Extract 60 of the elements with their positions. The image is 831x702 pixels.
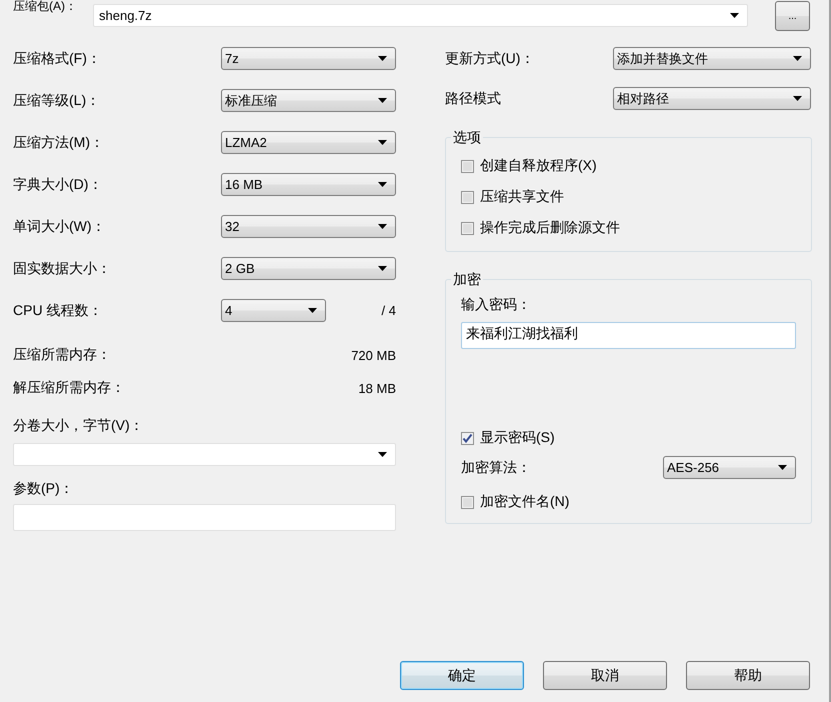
group-title: 加密 bbox=[452, 272, 482, 286]
dropdown[interactable]: 16 MB bbox=[221, 173, 396, 196]
field-label: 压缩包(A)： bbox=[13, 0, 78, 13]
dropdown[interactable]: LZMA2 bbox=[221, 131, 396, 154]
checkbox[interactable] bbox=[461, 222, 474, 234]
field-label: 分卷大小，字节(V)： bbox=[13, 417, 144, 435]
field-label: 固实数据大小： bbox=[13, 260, 112, 278]
dropdown[interactable]: 添加并替换文件 bbox=[613, 47, 811, 70]
dropdown[interactable]: 32 bbox=[221, 215, 396, 238]
checkbox-label: 显示密码(S) bbox=[480, 429, 555, 447]
dropdown-arrow-icon bbox=[730, 13, 739, 18]
dropdown-arrow-icon bbox=[778, 465, 787, 470]
checkbox[interactable] bbox=[461, 496, 474, 508]
dropdown[interactable]: 标准压缩 bbox=[221, 89, 396, 112]
dropdown-arrow-icon bbox=[378, 224, 387, 229]
field-label: 单词大小(W)： bbox=[13, 218, 107, 236]
default-button[interactable]: 确定 bbox=[400, 661, 524, 690]
dropdown[interactable]: 4 bbox=[221, 299, 326, 322]
memory-value: 18 MB bbox=[358, 380, 396, 396]
dropdown[interactable]: AES-256 bbox=[663, 456, 796, 479]
dialog-button[interactable]: 帮助 bbox=[686, 661, 810, 690]
checkbox[interactable] bbox=[461, 190, 474, 204]
dropdown-arrow-icon bbox=[308, 308, 317, 313]
checkbox-label: 创建自释放程序(X) bbox=[480, 157, 597, 175]
field-label: 压缩等级(L)： bbox=[13, 92, 102, 110]
field-label: 输入密码： bbox=[461, 296, 531, 314]
checkbox[interactable] bbox=[461, 160, 474, 172]
dropdown[interactable]: 相对路径 bbox=[613, 87, 811, 110]
checkbox-label: 加密文件名(N) bbox=[480, 493, 570, 511]
field-label: 压缩方法(M)： bbox=[13, 134, 105, 152]
checkbox-label: 操作完成后删除源文件 bbox=[480, 219, 620, 237]
dropdown[interactable]: 2 GB bbox=[221, 257, 396, 280]
group-title: 选项 bbox=[452, 130, 482, 144]
dropdown-arrow-icon bbox=[793, 56, 802, 61]
field-label: 更新方式(U)： bbox=[445, 50, 536, 68]
password-input[interactable]: 来福利江湖找福利 bbox=[461, 322, 796, 349]
dropdown-arrow-icon bbox=[378, 98, 387, 103]
dropdown-arrow-icon bbox=[378, 266, 387, 271]
memory-label: 压缩所需内存： bbox=[13, 346, 111, 364]
dropdown-arrow-icon bbox=[378, 56, 387, 61]
checkbox[interactable] bbox=[461, 432, 474, 444]
field-label: 字典大小(D)： bbox=[13, 176, 104, 194]
memory-label: 解压缩所需内存： bbox=[13, 379, 125, 397]
checkbox-label: 压缩共享文件 bbox=[480, 188, 564, 206]
field-label: 压缩格式(F)： bbox=[13, 50, 102, 68]
browse-button[interactable]: ... bbox=[775, 1, 810, 31]
dropdown-arrow-icon bbox=[793, 96, 802, 101]
memory-value: 720 MB bbox=[351, 348, 396, 362]
field-label: CPU 线程数： bbox=[13, 302, 104, 320]
field-label: 加密算法： bbox=[461, 458, 532, 476]
dropdown-arrow-icon bbox=[378, 182, 387, 187]
dropdown[interactable]: 7z bbox=[221, 47, 396, 70]
field-label: 路径模式 bbox=[445, 90, 502, 108]
parameters-input[interactable] bbox=[13, 504, 396, 531]
field-label: 参数(P)： bbox=[13, 480, 74, 498]
dropdown-arrow-icon bbox=[378, 140, 387, 145]
dropdown-arrow-icon bbox=[378, 452, 387, 457]
archive-path-combobox[interactable]: sheng.7z bbox=[93, 4, 748, 27]
thread-count-max: / 4 bbox=[380, 303, 396, 318]
dialog-button[interactable]: 取消 bbox=[543, 661, 667, 690]
